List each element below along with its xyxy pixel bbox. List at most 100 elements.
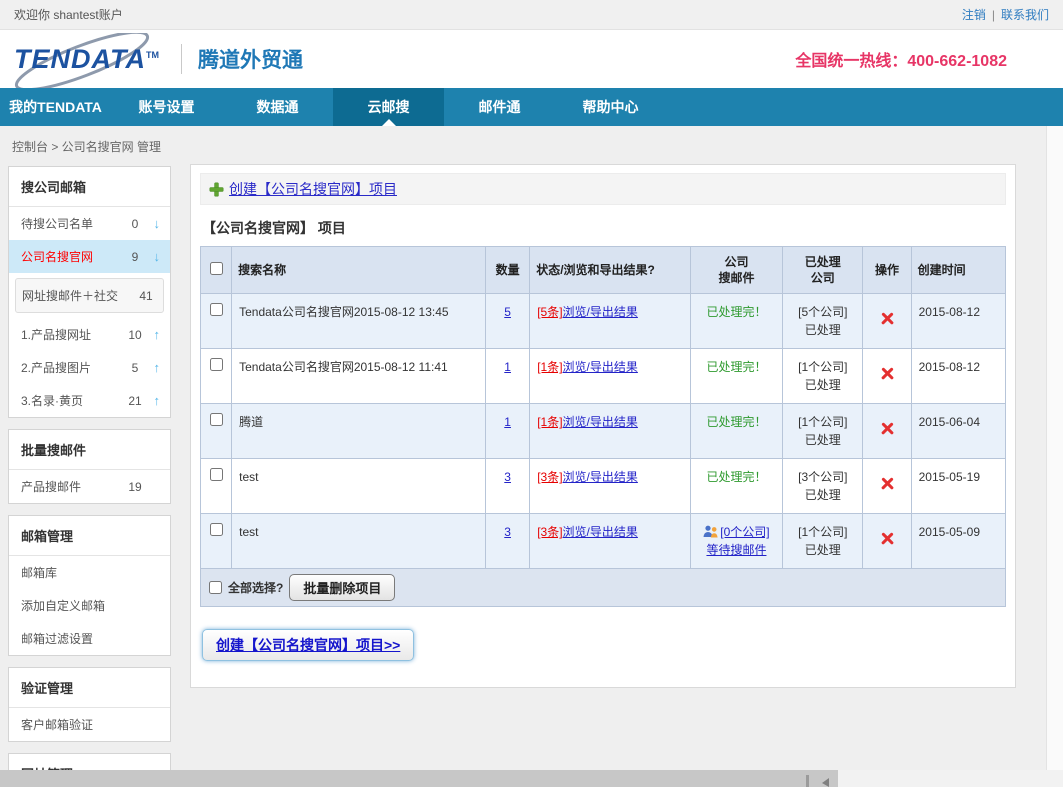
hotline: 全国统一热线：400-662-1082 <box>795 47 1007 71</box>
row-checkbox[interactable] <box>210 358 223 371</box>
project-name: 腾道 <box>232 404 486 459</box>
brand-bar: TENDATATM 腾道外贸通 全国统一热线：400-662-1082 <box>0 30 1063 88</box>
delete-icon[interactable] <box>880 531 895 546</box>
browse-export-link[interactable]: 浏览/导出结果 <box>563 470 638 484</box>
table-row: Tendata公司名搜官网2015-08-12 11:41 1 [1条]浏览/导… <box>201 349 1006 404</box>
sidebar-item-product-search-url[interactable]: 1.产品搜网址 10 ↑ <box>9 318 170 351</box>
batch-delete-button[interactable]: 批量删除项目 <box>289 574 395 601</box>
project-name: Tendata公司名搜官网2015-08-12 13:45 <box>232 294 486 349</box>
nav-tab-cloud-mail-search[interactable]: 云邮搜 <box>333 88 444 126</box>
sidebar-item-pending-company-list[interactable]: 待搜公司名单 0 ↓ <box>9 207 170 240</box>
row-checkbox[interactable] <box>210 468 223 481</box>
header-checkbox[interactable] <box>210 262 223 275</box>
processed-company: [5个公司] 已处理 <box>783 294 863 349</box>
scrollbar-arrow-icon <box>822 778 829 787</box>
project-name: Tendata公司名搜官网2015-08-12 11:41 <box>232 349 486 404</box>
record-count: [5条] <box>537 305 562 319</box>
plus-icon <box>209 182 224 197</box>
nav-tab-mail[interactable]: 邮件通 <box>444 88 555 126</box>
record-count: [1条] <box>537 360 562 374</box>
sidebar-item-product-search-email[interactable]: 产品搜邮件 19 <box>9 470 170 503</box>
project-name: test <box>232 514 486 569</box>
arrow-down-icon: ↓ <box>146 216 160 231</box>
created-date: 2015-05-09 <box>911 514 1005 569</box>
project-name: test <box>232 459 486 514</box>
sidebar-item-mailbox-library[interactable]: 邮箱库 <box>9 556 170 589</box>
create-project-link[interactable]: 创建【公司名搜官网】项目 <box>229 179 397 199</box>
sidebar-item-mailbox-filter-settings[interactable]: 邮箱过滤设置 <box>9 622 170 655</box>
create-project-button[interactable]: 创建【公司名搜官网】项目>> <box>202 629 414 661</box>
col-operation: 操作 <box>863 247 911 294</box>
table-footer: 全部选择? 批量删除项目 <box>200 569 1006 607</box>
sidebar-group-title: 邮箱管理 <box>9 516 170 556</box>
delete-icon[interactable] <box>880 311 895 326</box>
record-count: [3条] <box>537 525 562 539</box>
sidebar-item-product-search-image[interactable]: 2.产品搜图片 5 ↑ <box>9 351 170 384</box>
processed-company: [1个公司] 已处理 <box>783 514 863 569</box>
breadcrumb: 控制台 > 公司名搜官网 管理 <box>12 138 161 155</box>
waiting-search-email-link[interactable]: 等待搜邮件 <box>706 543 766 557</box>
logo-text: TENDATATM <box>14 46 159 73</box>
browse-export-link[interactable]: 浏览/导出结果 <box>563 360 638 374</box>
waiting-company-count-link[interactable]: [0个公司] <box>720 525 769 539</box>
arrow-up-icon: ↑ <box>146 393 160 408</box>
delete-icon[interactable] <box>880 366 895 381</box>
main-nav: 我的TENDATA 账号设置 数据通 云邮搜 邮件通 帮助中心 <box>0 88 1063 126</box>
horizontal-scrollbar[interactable] <box>0 770 1063 787</box>
sidebar-group-title: 批量搜邮件 <box>9 430 170 470</box>
sidebar-group-verification-management: 验证管理 客户邮箱验证 <box>8 667 171 742</box>
created-date: 2015-05-19 <box>911 459 1005 514</box>
sidebar-item-directory-yellowpages[interactable]: 3.名录·黄页 21 ↑ <box>9 384 170 417</box>
nav-tab-data[interactable]: 数据通 <box>222 88 333 126</box>
sidebar-item-company-name-search[interactable]: 公司名搜官网 9 ↓ <box>9 240 170 273</box>
table-row: test 3 [3条]浏览/导出结果 已处理完！ [3个公司] 已处理 2015… <box>201 459 1006 514</box>
scrollbar-thumb[interactable] <box>0 770 838 787</box>
nav-tab-help-center[interactable]: 帮助中心 <box>555 88 666 126</box>
row-checkbox[interactable] <box>210 413 223 426</box>
browse-export-link[interactable]: 浏览/导出结果 <box>563 305 638 319</box>
table-row: test 3 [3条]浏览/导出结果 [0个公司] 等待搜邮件 <box>201 514 1006 569</box>
quantity-link[interactable]: 5 <box>504 305 511 319</box>
row-checkbox[interactable] <box>210 303 223 316</box>
arrow-down-icon: ↓ <box>146 249 160 264</box>
projects-table: 搜索名称 数量 状态/浏览和导出结果? 公司 搜邮件 已处理 公司 操作 创建时… <box>200 246 1006 569</box>
sidebar-item-url-search-email-social[interactable]: 网址搜邮件＋社交 41 <box>15 278 164 313</box>
nav-tab-account-settings[interactable]: 账号设置 <box>111 88 222 126</box>
brand-logo: TENDATATM <box>14 46 159 73</box>
status-text: 已处理完！ <box>706 360 766 374</box>
created-date: 2015-06-04 <box>911 404 1005 459</box>
content-area: 控制台 > 公司名搜官网 管理 搜公司邮箱 待搜公司名单 0 ↓ 公司名搜官网 … <box>0 126 1063 787</box>
created-date: 2015-08-12 <box>911 294 1005 349</box>
browse-export-link[interactable]: 浏览/导出结果 <box>563 415 638 429</box>
sidebar-item-add-custom-mailbox[interactable]: 添加自定义邮箱 <box>9 589 170 622</box>
topbar-separator: | <box>992 8 995 22</box>
welcome-text: 欢迎你 shantest账户 <box>14 6 123 23</box>
processed-company: [1个公司] 已处理 <box>783 349 863 404</box>
sidebar-group-title: 搜公司邮箱 <box>9 167 170 207</box>
sidebar: 搜公司邮箱 待搜公司名单 0 ↓ 公司名搜官网 9 ↓ 网址搜邮件＋社交 41 … <box>8 166 171 787</box>
delete-icon[interactable] <box>880 476 895 491</box>
table-title: 【公司名搜官网】 项目 <box>202 218 1006 238</box>
header-checkbox-cell <box>201 247 232 294</box>
quantity-link[interactable]: 3 <box>504 525 511 539</box>
logout-link[interactable]: 注销 <box>962 6 986 23</box>
topbar: 欢迎你 shantest账户 注销 | 联系我们 <box>0 0 1063 30</box>
quantity-link[interactable]: 1 <box>504 415 511 429</box>
table-row: Tendata公司名搜官网2015-08-12 13:45 5 [5条]浏览/导… <box>201 294 1006 349</box>
select-all-checkbox[interactable] <box>209 581 222 594</box>
col-created-date: 创建时间 <box>911 247 1005 294</box>
nav-tab-my-tendata[interactable]: 我的TENDATA <box>0 88 111 126</box>
sidebar-group-search-company-email: 搜公司邮箱 待搜公司名单 0 ↓ 公司名搜官网 9 ↓ 网址搜邮件＋社交 41 … <box>8 166 171 418</box>
row-checkbox[interactable] <box>210 523 223 536</box>
browse-export-link[interactable]: 浏览/导出结果 <box>563 525 638 539</box>
delete-icon[interactable] <box>880 421 895 436</box>
main-panel: 创建【公司名搜官网】项目 【公司名搜官网】 项目 搜索名称 数量 状态/浏览和导… <box>190 164 1016 688</box>
quantity-link[interactable]: 1 <box>504 360 511 374</box>
col-processed-company: 已处理 公司 <box>783 247 863 294</box>
contact-us-link[interactable]: 联系我们 <box>1001 6 1049 23</box>
col-quantity: 数量 <box>486 247 530 294</box>
sidebar-item-customer-email-verification[interactable]: 客户邮箱验证 <box>9 708 170 741</box>
vertical-scrollbar[interactable] <box>1046 126 1063 770</box>
quantity-link[interactable]: 3 <box>504 470 511 484</box>
arrow-up-icon: ↑ <box>146 327 160 342</box>
